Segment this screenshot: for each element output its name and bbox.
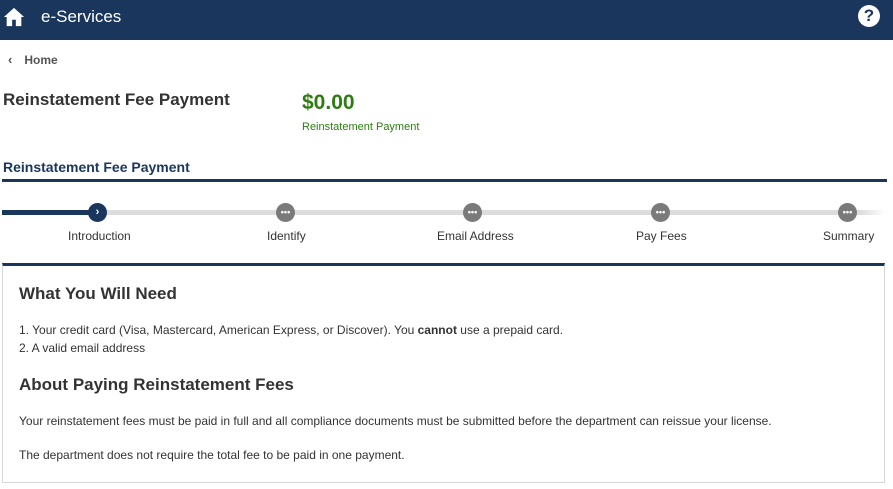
stepper-track: [2, 210, 885, 215]
step-identify-label[interactable]: Identify: [267, 229, 306, 243]
about-paragraph-2: The department does not require the tota…: [19, 448, 405, 462]
need-item-email: 2. A valid email address: [19, 341, 146, 355]
about-paragraph-1: Your reinstatement fees must be paid in …: [19, 414, 772, 428]
payment-amount-label: Reinstatement Payment: [302, 121, 420, 133]
step-identify-ellipsis-icon[interactable]: •••: [276, 203, 295, 222]
progress-stepper: › Introduction ••• Identify ••• Email Ad…: [0, 200, 893, 250]
page-title: Reinstatement Fee Payment: [3, 90, 230, 109]
home-icon[interactable]: [3, 6, 25, 28]
info-panel: What You Will Need 1. Your credit card (…: [2, 263, 885, 483]
step-email-label[interactable]: Email Address: [437, 229, 514, 243]
breadcrumb-home-link[interactable]: ‹ Home: [8, 52, 58, 67]
step-pay-fees-label[interactable]: Pay Fees: [636, 229, 687, 243]
stepper-track-completed: [2, 210, 96, 215]
step-summary-label[interactable]: Summary: [823, 229, 874, 243]
chevron-left-icon: ‹: [8, 52, 13, 67]
payment-amount: $0.00: [302, 91, 355, 114]
top-navigation-bar: e-Services ?: [0, 0, 893, 40]
need-item1-post: use a prepaid card.: [456, 323, 564, 337]
help-icon[interactable]: ?: [858, 5, 880, 27]
step-introduction-chevron-right-icon[interactable]: ›: [88, 203, 107, 222]
section-divider: [2, 179, 887, 182]
need-item1-pre: 1. Your credit card (Visa, Mastercard, A…: [19, 323, 418, 337]
need-item-credit-card: 1. Your credit card (Visa, Mastercard, A…: [19, 323, 563, 337]
step-introduction-label[interactable]: Introduction: [68, 229, 131, 243]
step-pay-fees-ellipsis-icon[interactable]: •••: [651, 203, 670, 222]
stepper-track-fade: [860, 210, 885, 215]
need-item1-bold: cannot: [417, 323, 457, 337]
step-email-ellipsis-icon[interactable]: •••: [463, 203, 482, 222]
about-heading: About Paying Reinstatement Fees: [19, 375, 294, 394]
app-title: e-Services: [41, 7, 122, 26]
section-title: Reinstatement Fee Payment: [3, 159, 190, 175]
need-heading: What You Will Need: [19, 284, 177, 303]
breadcrumb-home-label: Home: [24, 53, 58, 67]
step-summary-ellipsis-icon[interactable]: •••: [838, 203, 857, 222]
